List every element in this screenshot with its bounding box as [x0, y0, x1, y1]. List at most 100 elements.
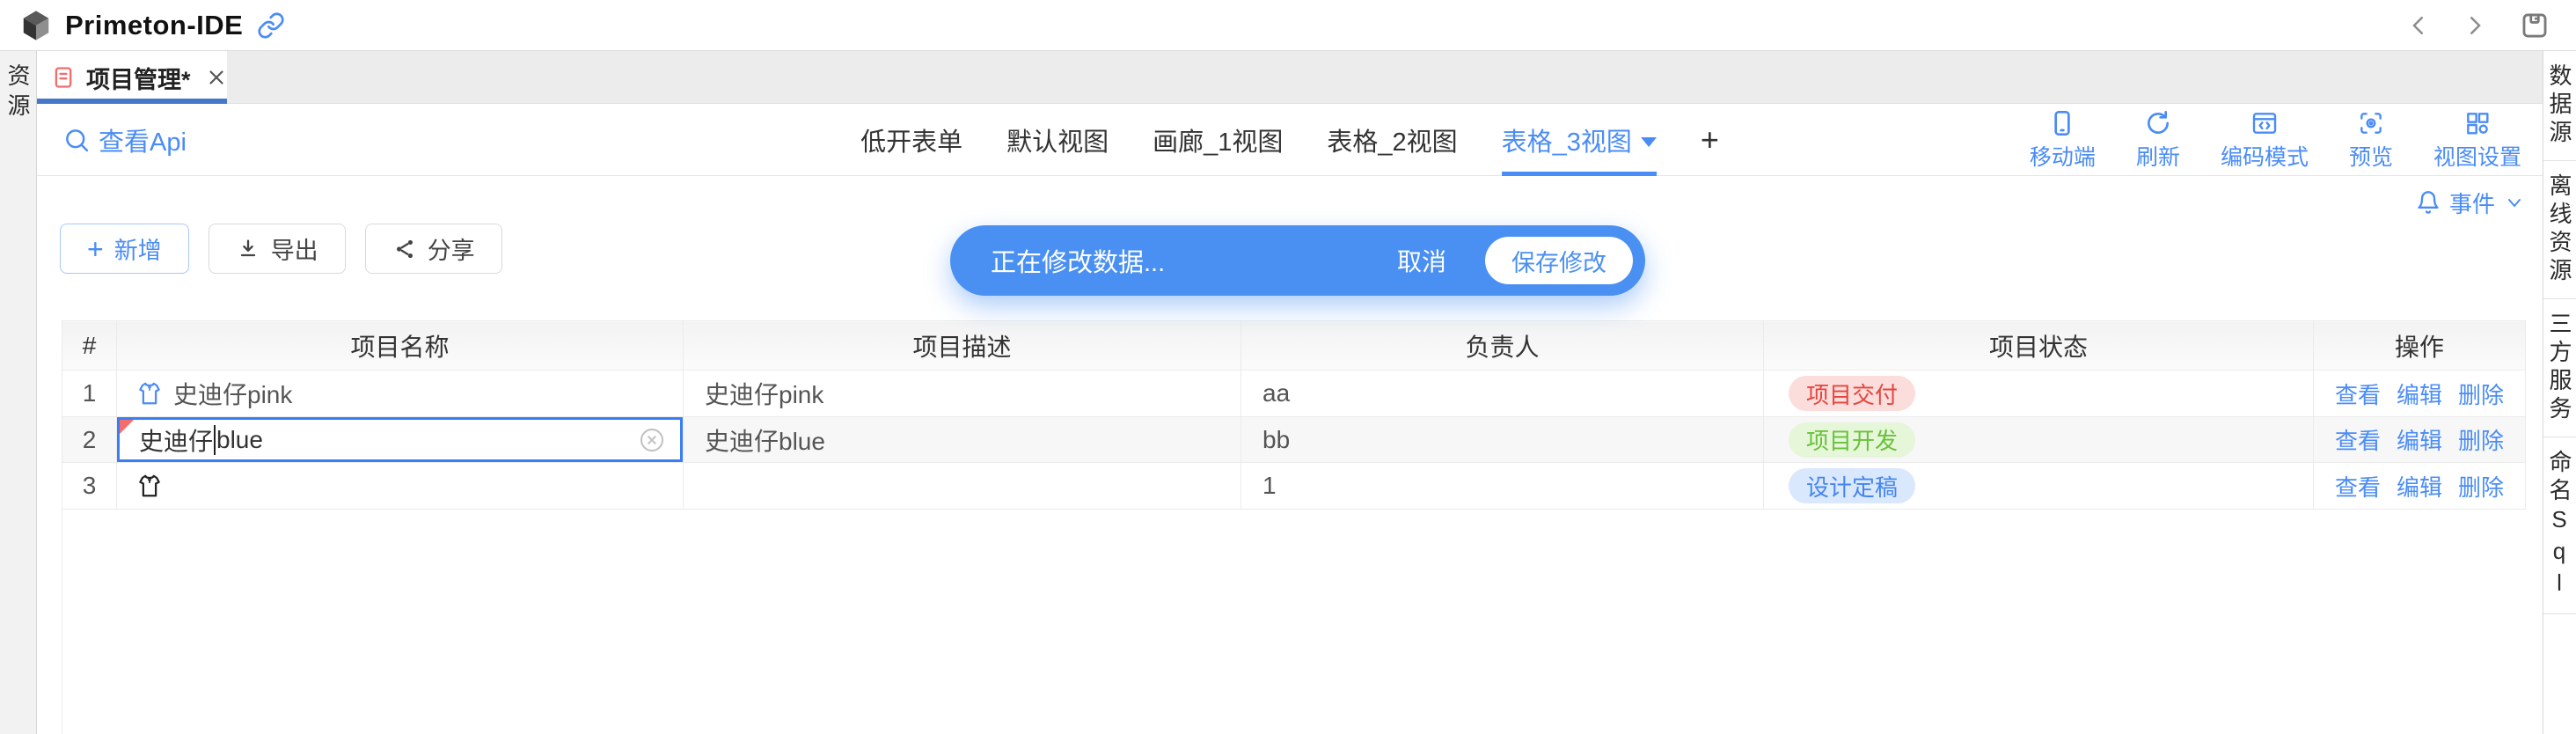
document-icon: [51, 65, 76, 90]
toast-message: 正在修改数据...: [991, 242, 1397, 279]
edit-link[interactable]: 编辑: [2397, 474, 2442, 501]
close-icon[interactable]: [205, 66, 228, 89]
view-tab-table-3-active[interactable]: 表格_3视图: [1502, 104, 1657, 176]
owner-cell[interactable]: aa: [1241, 371, 1764, 417]
sidebar-item-datasource[interactable]: 数据源: [2543, 51, 2576, 161]
mobile-preview-button[interactable]: 移动端: [2030, 109, 2096, 172]
delete-link[interactable]: 删除: [2458, 474, 2504, 501]
action-buttons-row: + 新增 导出 分享: [60, 224, 502, 274]
description-cell[interactable]: [684, 463, 1241, 510]
preview-icon: [2357, 109, 2385, 137]
table-row-editing: 2 史迪仔 blue 史迪仔blue: [62, 417, 2526, 463]
code-mode-icon: [2250, 109, 2279, 137]
header-row: # 项目名称 项目描述 负责人 项目状态 操作: [62, 321, 2526, 371]
refresh-icon: [2144, 109, 2172, 137]
saving-toast: 正在修改数据... 取消 保存修改: [950, 225, 1645, 296]
row-index: 1: [62, 371, 117, 417]
sidebar-item-resources[interactable]: 资源: [2, 51, 34, 734]
operations-cell: 查看编辑删除: [2314, 463, 2526, 510]
primeton-ide-window: Primeton-IDE 资源 数据源 离线资源 三方服务 命名Sql 项目管: [0, 0, 2576, 734]
share-icon: [392, 237, 417, 261]
edit-link[interactable]: 编辑: [2397, 382, 2442, 408]
description-cell[interactable]: 史迪仔pink: [684, 371, 1241, 417]
add-button[interactable]: + 新增: [60, 224, 189, 274]
table-row: 1 史迪仔pink 史迪仔pink aa 项目交付: [62, 371, 2526, 417]
view-link[interactable]: 查看: [2335, 474, 2381, 501]
center-region: 项目管理* 查看Api 低开表单 默认视图 画廊_1视图 表格_2视图 表格_3…: [37, 51, 2543, 734]
share-link-icon[interactable]: [257, 11, 285, 40]
status-cell[interactable]: 设计定稿: [1764, 463, 2314, 510]
view-link[interactable]: 查看: [2335, 382, 2381, 408]
description-cell[interactable]: 史迪仔blue: [684, 417, 1241, 463]
tab-label: 项目管理*: [86, 61, 191, 95]
col-header-index: #: [62, 321, 117, 371]
nav-forward-icon[interactable]: [2462, 12, 2488, 39]
view-tab-lowcode-form[interactable]: 低开表单: [860, 104, 962, 176]
code-mode-button[interactable]: 编码模式: [2221, 109, 2309, 172]
top-bar: Primeton-IDE: [0, 0, 2576, 51]
right-sidebar: 数据源 离线资源 三方服务 命名Sql: [2543, 51, 2576, 734]
view-tab-default-view[interactable]: 默认视图: [1006, 104, 1109, 176]
preview-button[interactable]: 预览: [2349, 109, 2393, 172]
sidebar-item-third-party-services[interactable]: 三方服务: [2543, 299, 2576, 437]
share-button[interactable]: 分享: [365, 224, 502, 274]
table-row: 3 1 设计定稿: [62, 463, 2526, 510]
download-icon: [236, 237, 260, 261]
row-index: 2: [62, 417, 117, 463]
chevron-down-icon: [2504, 192, 2525, 213]
sidebar-item-offline-resources[interactable]: 离线资源: [2543, 161, 2576, 299]
events-dropdown[interactable]: 事件: [2416, 183, 2525, 222]
bell-icon: [2416, 190, 2441, 215]
toast-cancel-button[interactable]: 取消: [1397, 243, 1446, 278]
shirt-icon: [136, 380, 163, 407]
delete-link[interactable]: 删除: [2458, 382, 2504, 408]
left-sidebar: 资源: [0, 51, 37, 734]
save-icon[interactable]: [2520, 11, 2550, 40]
toast-save-button[interactable]: 保存修改: [1485, 237, 1633, 284]
status-cell[interactable]: 项目开发: [1764, 417, 2314, 463]
shirt-icon: [136, 473, 163, 499]
view-toolbar: 查看Api 低开表单 默认视图 画廊_1视图 表格_2视图 表格_3视图 + 移…: [37, 104, 2543, 176]
col-header-owner: 负责人: [1241, 321, 1764, 371]
view-settings-icon: [2463, 109, 2492, 137]
status-badge: 项目交付: [1789, 376, 1915, 411]
view-tabs: 低开表单 默认视图 画廊_1视图 表格_2视图 表格_3视图 +: [860, 104, 1719, 176]
status-cell[interactable]: 项目交付: [1764, 371, 2314, 417]
add-view-button[interactable]: +: [1701, 104, 1719, 176]
operations-cell: 查看编辑删除: [2314, 417, 2526, 463]
view-tab-gallery-1[interactable]: 画廊_1视图: [1153, 104, 1283, 176]
cell-edit-input[interactable]: 史迪仔 blue: [117, 417, 683, 462]
mobile-icon: [2048, 109, 2076, 137]
clear-input-icon[interactable]: [638, 426, 666, 454]
text-caret: [214, 425, 216, 455]
grid-body: 事件 + 新增 导出 分享 正在修改数据...: [37, 176, 2543, 734]
view-link[interactable]: 查看: [2335, 428, 2381, 454]
owner-cell[interactable]: bb: [1241, 417, 1764, 463]
app-title: Primeton-IDE: [65, 10, 243, 41]
document-tab-bar: 项目管理*: [37, 51, 2543, 104]
chevron-down-icon: [1641, 137, 1657, 147]
tab-project-management[interactable]: 项目管理*: [37, 51, 227, 104]
col-header-operations: 操作: [2314, 321, 2526, 371]
name-cell[interactable]: 史迪仔pink: [117, 371, 684, 417]
plus-icon: +: [87, 235, 104, 263]
owner-cell[interactable]: 1: [1241, 463, 1764, 510]
name-cell-editing[interactable]: 史迪仔 blue: [117, 417, 684, 463]
modified-corner-marker: [120, 420, 134, 434]
edit-link[interactable]: 编辑: [2397, 428, 2442, 454]
operations-cell: 查看编辑删除: [2314, 371, 2526, 417]
refresh-button[interactable]: 刷新: [2136, 109, 2180, 172]
view-api-link[interactable]: 查看Api: [63, 104, 187, 176]
col-header-name: 项目名称: [117, 321, 684, 371]
col-header-description: 项目描述: [684, 321, 1241, 371]
export-button[interactable]: 导出: [209, 224, 346, 274]
app-logo-icon: [19, 9, 53, 42]
name-cell[interactable]: [117, 463, 684, 510]
view-tab-table-2[interactable]: 表格_2视图: [1327, 104, 1457, 176]
sidebar-item-named-sql[interactable]: 命名Sql: [2543, 437, 2576, 614]
view-settings-button[interactable]: 视图设置: [2433, 109, 2521, 172]
status-badge: 设计定稿: [1789, 468, 1915, 503]
nav-back-icon[interactable]: [2405, 12, 2432, 39]
col-header-status: 项目状态: [1764, 321, 2314, 371]
delete-link[interactable]: 删除: [2458, 428, 2504, 454]
